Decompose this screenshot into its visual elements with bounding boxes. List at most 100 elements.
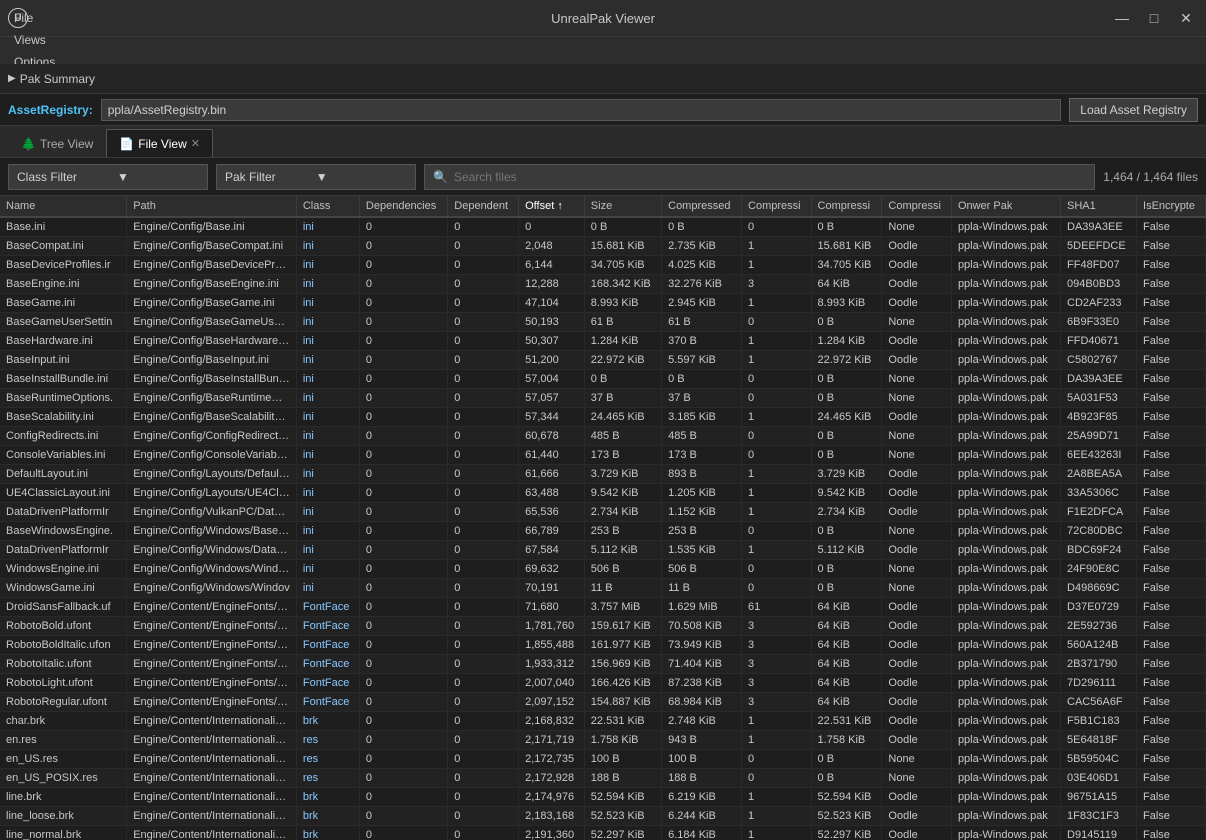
table-row[interactable]: en_US_POSIX.resEngine/Content/Internatio… [0, 769, 1206, 788]
cell-compressi4: Oodle [882, 484, 952, 503]
table-row[interactable]: line.brkEngine/Content/Internationalizat… [0, 788, 1206, 807]
cell-dependencies: 0 [359, 617, 447, 636]
cell-compressed: 70.508 KiB [662, 617, 742, 636]
tab-fileview[interactable]: 📄 File View ✕ [106, 129, 213, 157]
col-header-compressi4[interactable]: Compressi [882, 196, 952, 217]
table-row[interactable]: BaseRuntimeOptions.Engine/Config/BaseRun… [0, 389, 1206, 408]
app-title: UnrealPak Viewer [551, 11, 655, 26]
cell-size: 159.617 KiB [584, 617, 661, 636]
table-row[interactable]: ConsoleVariables.iniEngine/Config/Consol… [0, 446, 1206, 465]
cell-dependencies: 0 [359, 541, 447, 560]
cell-offset: 0 [519, 217, 585, 237]
table-row[interactable]: BaseGame.iniEngine/Config/BaseGame.iniin… [0, 294, 1206, 313]
col-header-dependencies[interactable]: Dependencies [359, 196, 447, 217]
cell-size: 166.426 KiB [584, 674, 661, 693]
cell-compressi4: Oodle [882, 807, 952, 826]
table-row[interactable]: DefaultLayout.iniEngine/Config/Layouts/D… [0, 465, 1206, 484]
cell-dependencies: 0 [359, 503, 447, 522]
col-header-compressi3[interactable]: Compressi [811, 196, 882, 217]
col-header-onwerpak[interactable]: Onwer Pak [951, 196, 1060, 217]
cell-path: Engine/Config/BaseHardware.ini [127, 332, 297, 351]
cell-dependent: 0 [448, 275, 519, 294]
cell-dependent: 0 [448, 674, 519, 693]
close-button[interactable]: ✕ [1174, 6, 1198, 30]
table-row[interactable]: RobotoRegular.ufontEngine/Content/Engine… [0, 693, 1206, 712]
col-header-path[interactable]: Path [127, 196, 297, 217]
col-header-compressed[interactable]: Compressed [662, 196, 742, 217]
search-input[interactable] [454, 170, 1086, 184]
table-row[interactable]: BaseInstallBundle.iniEngine/Config/BaseI… [0, 370, 1206, 389]
table-row[interactable]: BaseCompat.iniEngine/Config/BaseCompat.i… [0, 237, 1206, 256]
tab-treeview[interactable]: 🌲 Tree View [8, 129, 106, 157]
col-header-name[interactable]: Name [0, 196, 127, 217]
cell-offset: 57,004 [519, 370, 585, 389]
cell-compressi3: 52.297 KiB [811, 826, 882, 840]
cell-compressi2: 1 [742, 541, 812, 560]
table-row[interactable]: BaseHardware.iniEngine/Config/BaseHardwa… [0, 332, 1206, 351]
file-count: 1,464 / 1,464 files [1103, 170, 1198, 184]
minimize-button[interactable]: — [1110, 6, 1134, 30]
table-row[interactable]: RobotoBold.ufontEngine/Content/EngineFon… [0, 617, 1206, 636]
menu-item-file[interactable]: File [4, 7, 65, 29]
table-row[interactable]: en_US.resEngine/Content/Internationaliza… [0, 750, 1206, 769]
table-row[interactable]: DataDrivenPlatformIrEngine/Config/Window… [0, 541, 1206, 560]
table-row[interactable]: line_loose.brkEngine/Content/Internation… [0, 807, 1206, 826]
pak-summary-button[interactable]: ▶ Pak Summary [8, 72, 95, 86]
pak-filter-dropdown[interactable]: Pak Filter ▼ [216, 164, 416, 190]
table-row[interactable]: BaseInput.iniEngine/Config/BaseInput.ini… [0, 351, 1206, 370]
cell-compressi3: 52.523 KiB [811, 807, 882, 826]
table-row[interactable]: en.resEngine/Content/Internationalizatir… [0, 731, 1206, 750]
cell-path: Engine/Config/BaseInput.ini [127, 351, 297, 370]
cell-compressi2: 1 [742, 731, 812, 750]
table-row[interactable]: BaseWindowsEngine.Engine/Config/Windows/… [0, 522, 1206, 541]
cell-dependent: 0 [448, 408, 519, 427]
table-row[interactable]: RobotoLight.ufontEngine/Content/EngineFo… [0, 674, 1206, 693]
asset-registry-path-input[interactable] [101, 99, 1062, 121]
cell-size: 1.758 KiB [584, 731, 661, 750]
cell-onwerpak: ppla-Windows.pak [951, 408, 1060, 427]
col-header-compressi2[interactable]: Compressi [742, 196, 812, 217]
cell-offset: 1,781,760 [519, 617, 585, 636]
table-row[interactable]: DroidSansFallback.ufEngine/Content/Engin… [0, 598, 1206, 617]
load-asset-registry-button[interactable]: Load Asset Registry [1069, 98, 1198, 122]
table-row[interactable]: BaseEngine.iniEngine/Config/BaseEngine.i… [0, 275, 1206, 294]
table-row[interactable]: DataDrivenPlatformIrEngine/Config/Vulkan… [0, 503, 1206, 522]
table-row[interactable]: RobotoBoldItalic.ufonEngine/Content/Engi… [0, 636, 1206, 655]
table-row[interactable]: BaseGameUserSettinEngine/Config/BaseGame… [0, 313, 1206, 332]
table-row[interactable]: BaseScalability.iniEngine/Config/BaseSca… [0, 408, 1206, 427]
cell-path: Engine/Config/Base.ini [127, 217, 297, 237]
cell-compressi3: 15.681 KiB [811, 237, 882, 256]
cell-compressed: 32.276 KiB [662, 275, 742, 294]
cell-path: Engine/Content/Internationalizati [127, 769, 297, 788]
table-row[interactable]: Base.iniEngine/Config/Base.iniini0000 B0… [0, 217, 1206, 237]
cell-class: ini [296, 294, 359, 313]
cell-dependencies: 0 [359, 598, 447, 617]
maximize-button[interactable]: □ [1142, 6, 1166, 30]
cell-compressi3: 0 B [811, 217, 882, 237]
table-row[interactable]: char.brkEngine/Content/Internationalizat… [0, 712, 1206, 731]
cell-compressed: 485 B [662, 427, 742, 446]
col-header-offset[interactable]: Offset ↑ [519, 196, 585, 217]
col-header-sha1[interactable]: SHA1 [1061, 196, 1137, 217]
table-row[interactable]: ConfigRedirects.iniEngine/Config/ConfigR… [0, 427, 1206, 446]
table-row[interactable]: WindowsEngine.iniEngine/Config/Windows/W… [0, 560, 1206, 579]
cell-compressi2: 1 [742, 807, 812, 826]
table-row[interactable]: line_normal.brkEngine/Content/Internatio… [0, 826, 1206, 840]
cell-onwerpak: ppla-Windows.pak [951, 579, 1060, 598]
table-container[interactable]: NamePathClassDependenciesDependentOffset… [0, 196, 1206, 840]
cell-compressi3: 64 KiB [811, 275, 882, 294]
col-header-isencrypted[interactable]: IsEncrypte [1137, 196, 1206, 217]
menu-item-views[interactable]: Views [4, 29, 65, 51]
cell-sha1: 1F83C1F3 [1061, 807, 1137, 826]
table-row[interactable]: WindowsGame.iniEngine/Config/Windows/Win… [0, 579, 1206, 598]
table-row[interactable]: RobotoItalic.ufontEngine/Content/EngineF… [0, 655, 1206, 674]
col-header-dependent[interactable]: Dependent [448, 196, 519, 217]
table-row[interactable]: BaseDeviceProfiles.irEngine/Config/BaseD… [0, 256, 1206, 275]
col-header-class[interactable]: Class [296, 196, 359, 217]
fileview-close-button[interactable]: ✕ [191, 137, 200, 150]
col-header-size[interactable]: Size [584, 196, 661, 217]
class-filter-dropdown[interactable]: Class Filter ▼ [8, 164, 208, 190]
cell-compressed: 87.238 KiB [662, 674, 742, 693]
table-row[interactable]: UE4ClassicLayout.iniEngine/Config/Layout… [0, 484, 1206, 503]
cell-sha1: CAC56A6F [1061, 693, 1137, 712]
